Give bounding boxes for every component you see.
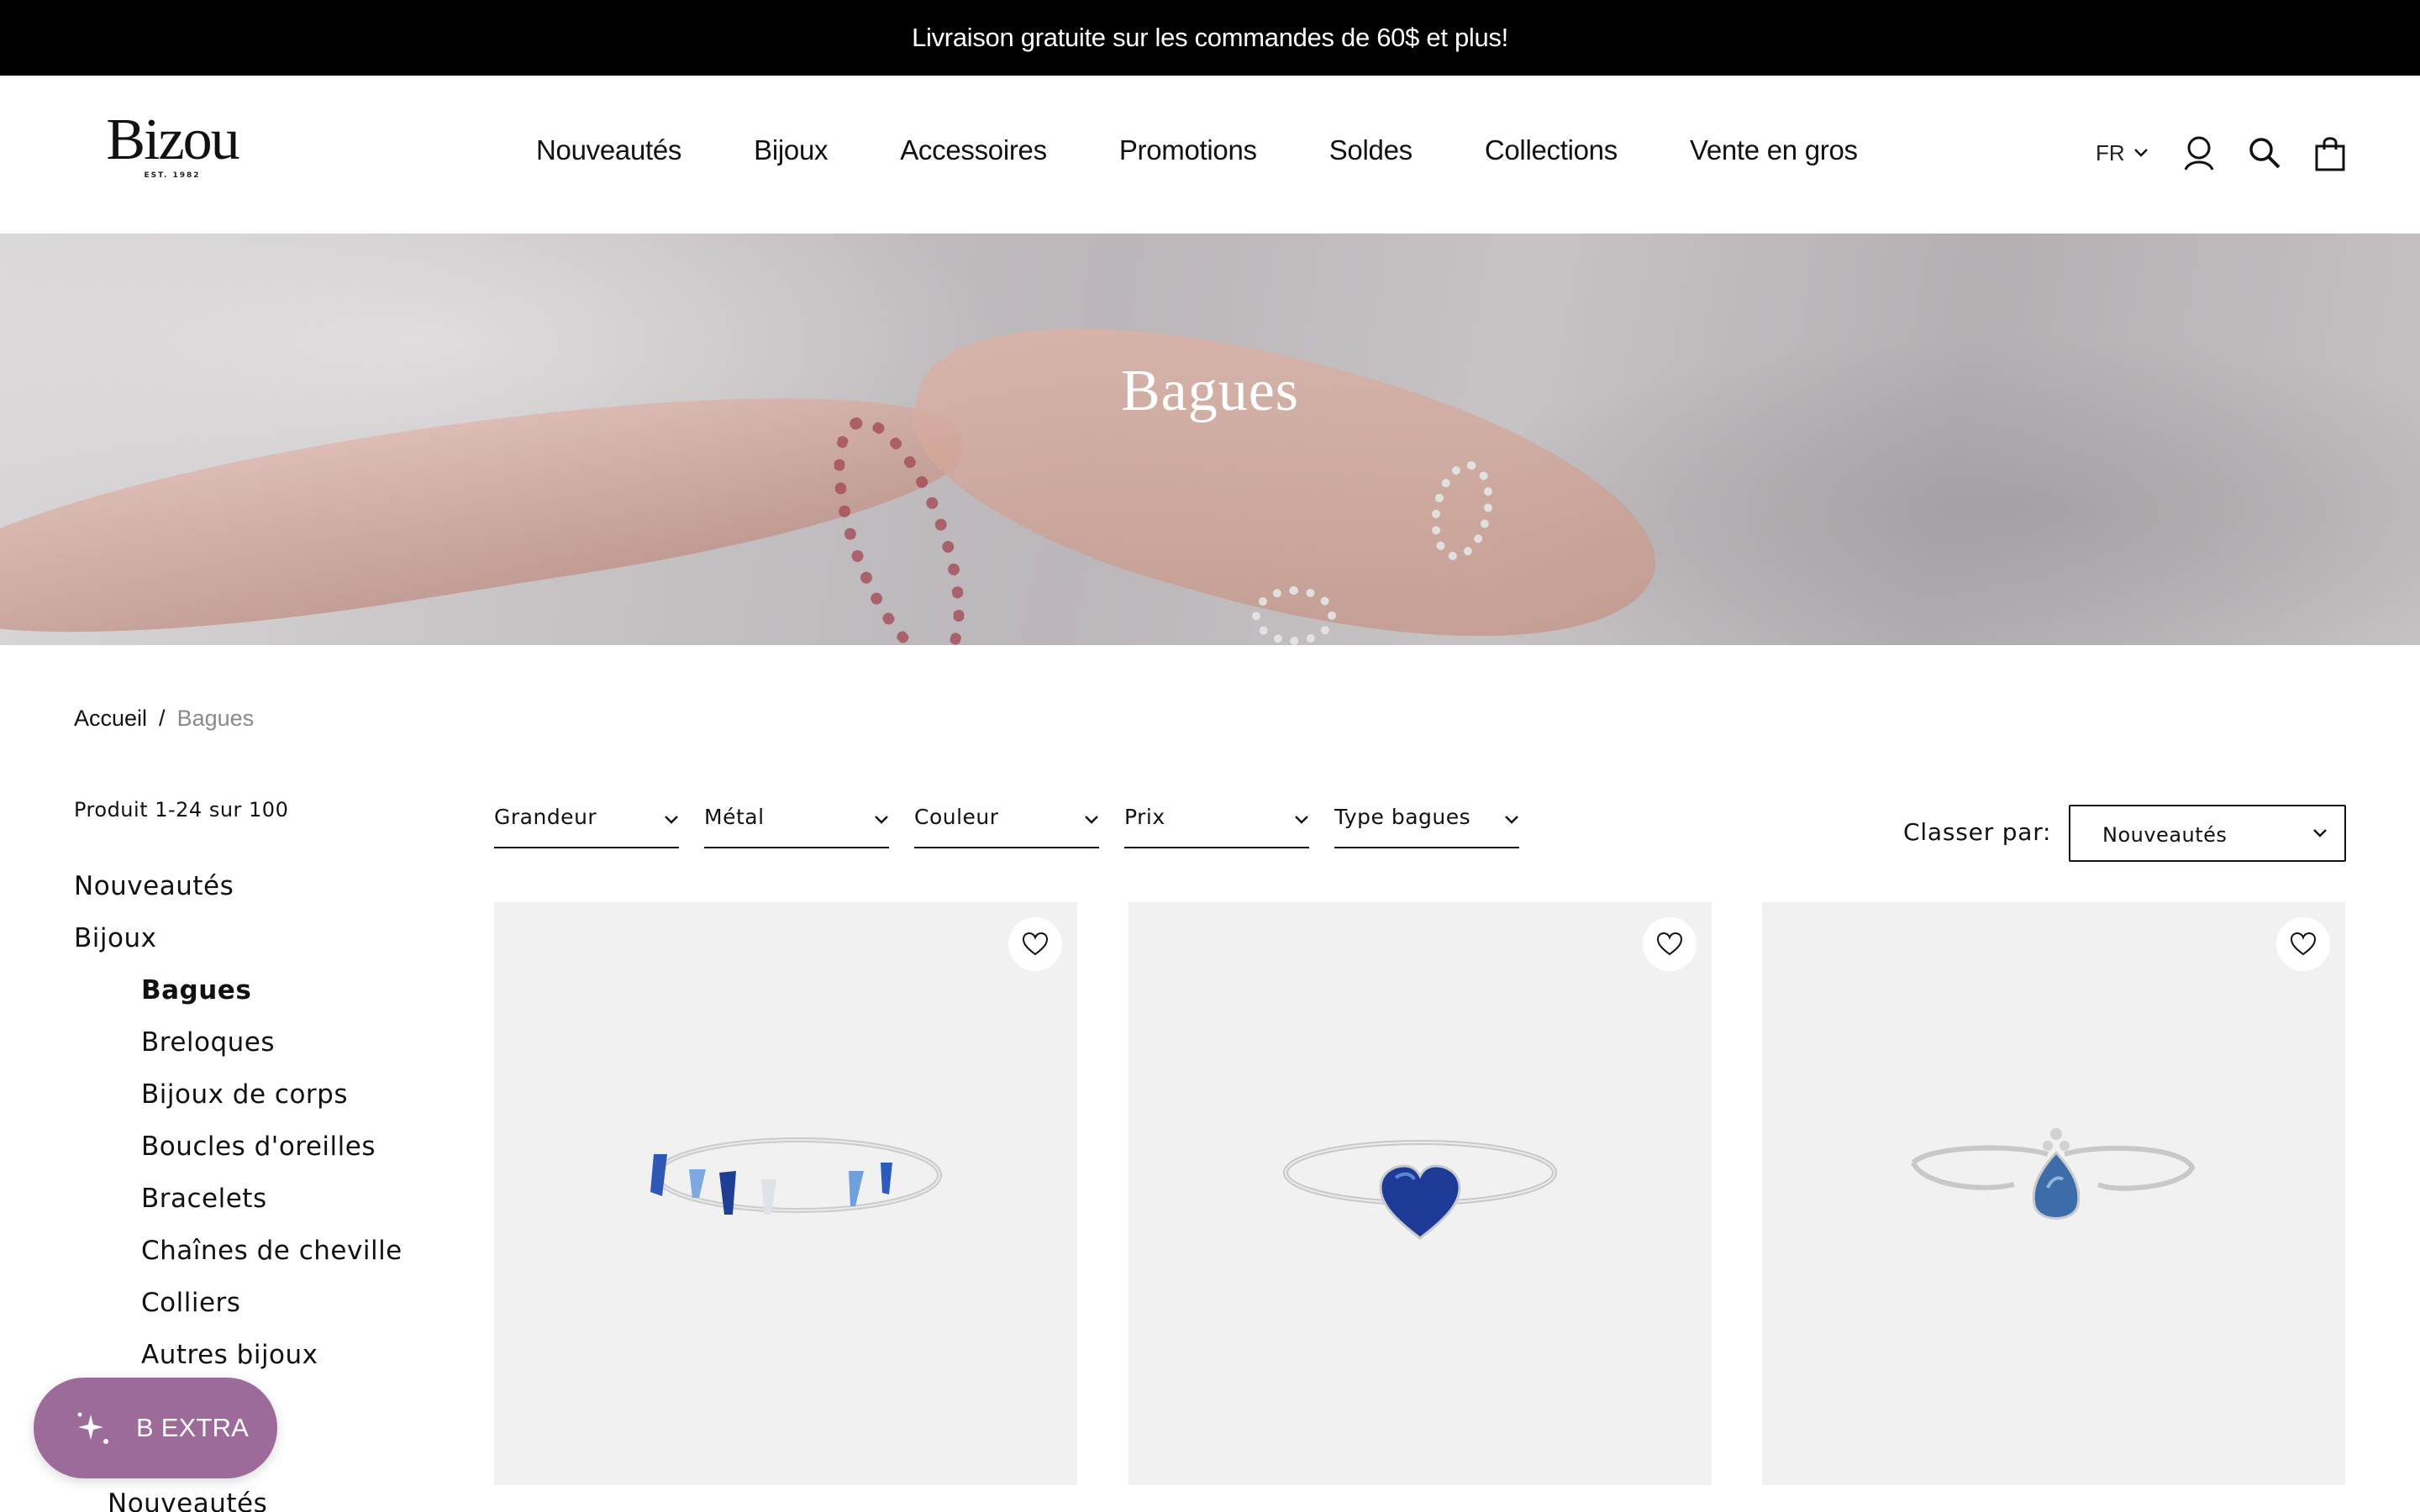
announcement-text: Livraison gratuite sur les commandes de … — [912, 23, 1508, 52]
product-card[interactable] — [1762, 902, 2345, 1485]
nav-item-soldes[interactable]: Soldes — [1329, 134, 1413, 166]
sidebar-item-bracelets[interactable]: Bracelets — [74, 1178, 402, 1230]
sidebar-item-bagues[interactable]: Bagues — [74, 969, 402, 1021]
hero-ring — [1252, 586, 1336, 645]
nav-item-nouveautes[interactable]: Nouveautés — [536, 134, 681, 166]
sidebar-item-bijoux-de-corps[interactable]: Bijoux de corps — [74, 1074, 402, 1126]
chevron-down-icon — [1085, 816, 1098, 824]
logo[interactable]: Bizou EST. 1982 — [92, 108, 252, 181]
loyalty-label: B EXTRA — [136, 1413, 250, 1442]
sidebar-item-bijoux[interactable]: Bijoux — [74, 917, 402, 969]
chevron-down-icon — [2133, 149, 2148, 157]
filter-grandeur[interactable]: Grandeur — [494, 798, 679, 848]
main-nav: Nouveautés Bijoux Accessoires Promotions… — [536, 131, 1858, 170]
logo-wordmark: Bizou — [106, 108, 239, 172]
sidebar-item-chaines-de-cheville[interactable]: Chaînes de cheville — [74, 1230, 402, 1282]
breadcrumb: Accueil / Bagues — [74, 706, 254, 732]
chevron-down-icon — [665, 816, 678, 824]
filter-type-bagues[interactable]: Type bagues — [1334, 798, 1519, 848]
loyalty-button[interactable]: B EXTRA — [34, 1378, 277, 1478]
nav-item-promotions[interactable]: Promotions — [1119, 134, 1257, 166]
filter-label: Métal — [704, 805, 765, 829]
sort-label: Classer par: — [1903, 818, 2052, 846]
filter-bar: Grandeur Métal Couleur Prix Type bagues — [494, 798, 1544, 848]
product-card[interactable] — [494, 902, 1077, 1485]
hero-banner: Bagues — [0, 234, 2420, 645]
sidebar-item-colliers[interactable]: Colliers — [74, 1282, 402, 1334]
sidebar-item-breloques[interactable]: Breloques — [74, 1021, 402, 1074]
product-card[interactable] — [1128, 902, 1712, 1485]
logo-tagline: EST. 1982 — [144, 171, 201, 180]
header-tools: FR — [2096, 133, 2350, 173]
sidebar-item-boucles-doreilles[interactable]: Boucles d'oreilles — [74, 1126, 402, 1178]
page-title: Bagues — [1120, 359, 1300, 423]
cart-icon[interactable] — [2310, 133, 2350, 173]
filter-prix[interactable]: Prix — [1124, 798, 1309, 848]
heart-icon — [2291, 932, 2316, 956]
filter-label: Type bagues — [1334, 805, 1471, 829]
filter-couleur[interactable]: Couleur — [914, 798, 1099, 848]
breadcrumb-separator: / — [159, 706, 166, 731]
wishlist-button[interactable] — [2276, 917, 2330, 971]
chevron-down-icon — [1295, 816, 1308, 824]
wishlist-button[interactable] — [1008, 917, 1062, 971]
nav-item-collections[interactable]: Collections — [1485, 134, 1618, 166]
search-icon[interactable] — [2244, 133, 2285, 173]
sidebar-item-nouveautes[interactable]: Nouveautés — [74, 865, 402, 917]
filter-label: Couleur — [914, 805, 999, 829]
heart-icon — [1657, 932, 1682, 956]
product-image-teardrop-ring[interactable] — [1762, 902, 2345, 1485]
filter-label: Prix — [1124, 805, 1165, 829]
breadcrumb-home[interactable]: Accueil — [74, 706, 147, 732]
category-sidebar: Nouveautés Bijoux Bagues Breloques Bijou… — [74, 865, 402, 1386]
account-icon[interactable] — [2179, 133, 2219, 173]
sparkle-icon — [77, 1412, 108, 1444]
nav-item-vente-en-gros[interactable]: Vente en gros — [1690, 134, 1858, 166]
chevron-down-icon — [2313, 829, 2327, 837]
announcement-bar: Livraison gratuite sur les commandes de … — [0, 0, 2420, 76]
filter-metal[interactable]: Métal — [704, 798, 889, 848]
product-image-heart-ring[interactable] — [1128, 902, 1712, 1485]
product-image-baguette-ring[interactable] — [494, 902, 1077, 1485]
chevron-down-icon — [1505, 816, 1518, 824]
site-header: Bizou EST. 1982 Nouveautés Bijoux Access… — [0, 76, 2420, 234]
filter-label: Grandeur — [494, 805, 597, 829]
heart-icon — [1023, 932, 1048, 956]
product-count: Produit 1-24 sur 100 — [74, 798, 289, 822]
language-label: FR — [2096, 139, 2125, 165]
sort-select[interactable]: Nouveautés — [2069, 805, 2346, 862]
breadcrumb-current: Bagues — [176, 706, 255, 731]
sort-selected-value: Nouveautés — [2102, 823, 2228, 847]
sidebar-item-nouveautes-accessoires[interactable]: Nouveautés — [108, 1488, 267, 1512]
nav-item-bijoux[interactable]: Bijoux — [754, 134, 828, 166]
nav-item-accessoires[interactable]: Accessoires — [900, 134, 1047, 166]
chevron-down-icon — [875, 816, 888, 824]
wishlist-button[interactable] — [1643, 917, 1697, 971]
language-selector[interactable]: FR — [2096, 140, 2149, 166]
